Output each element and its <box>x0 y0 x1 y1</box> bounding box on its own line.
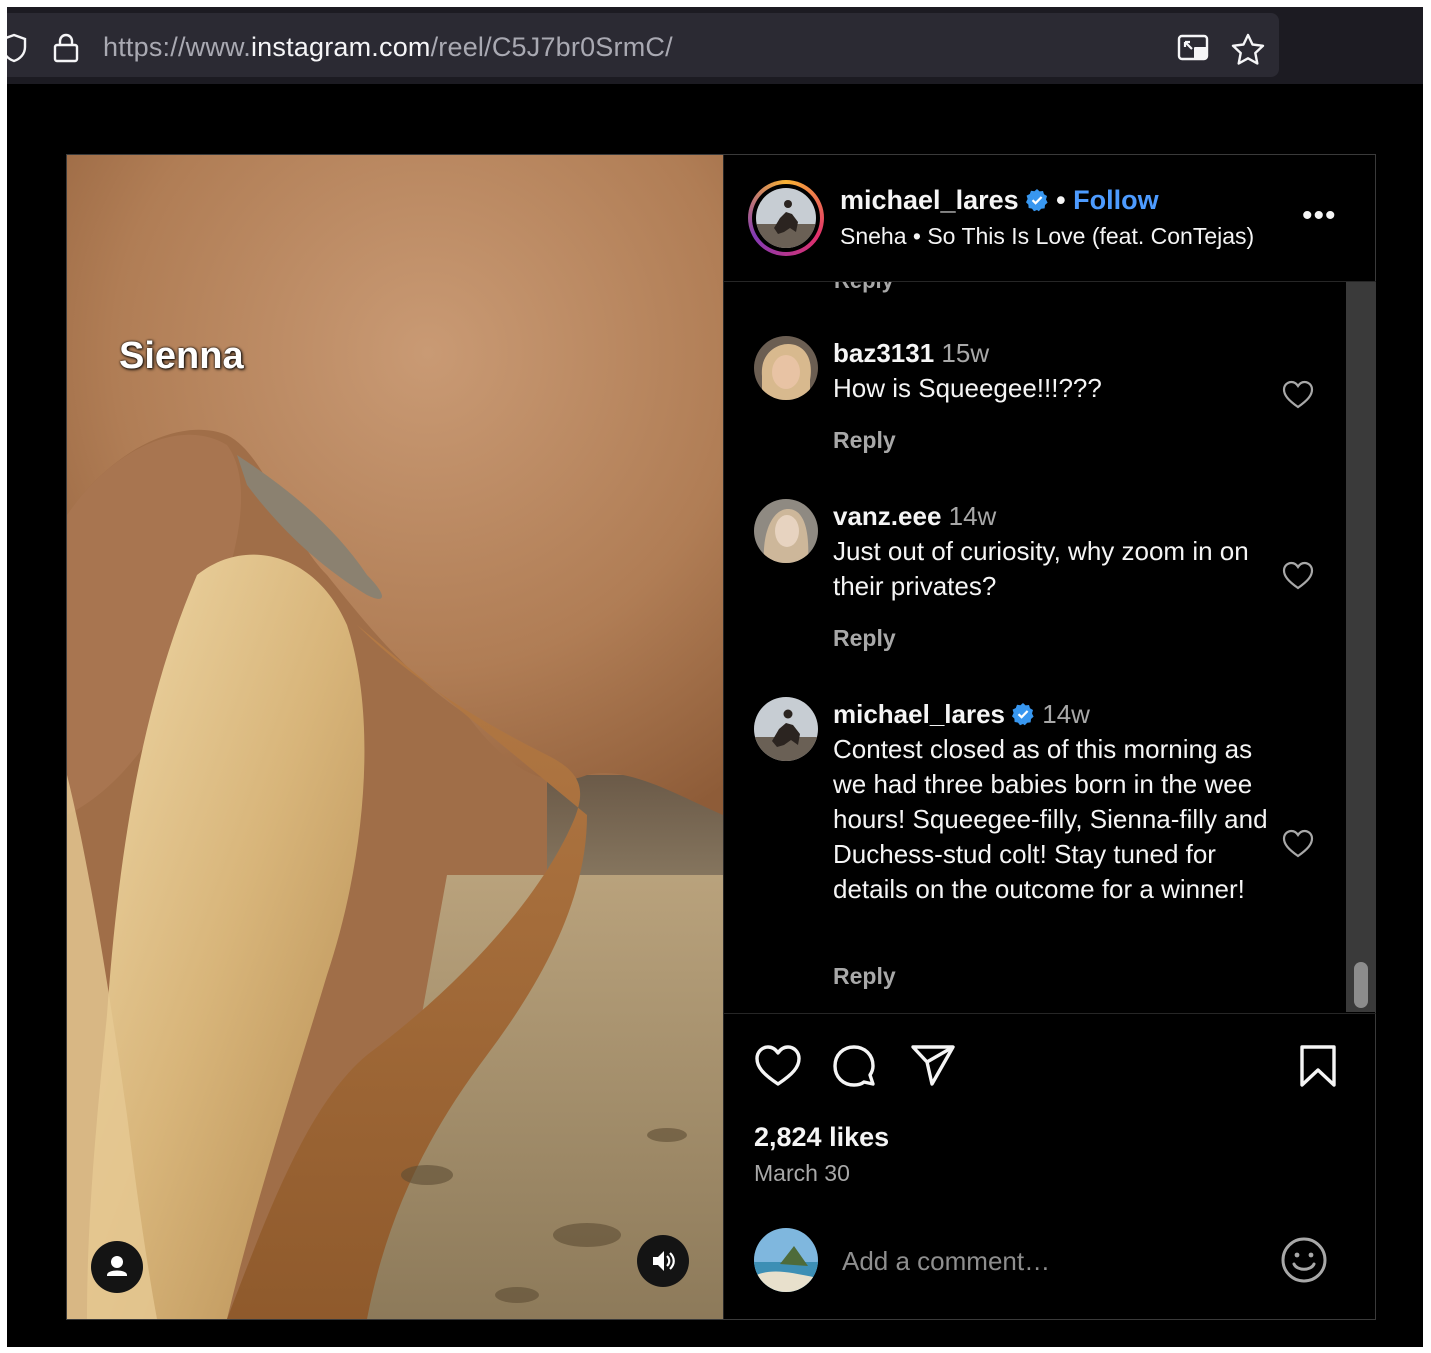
url-domain: instagram.com <box>250 32 431 62</box>
save-icon[interactable] <box>1298 1044 1338 1088</box>
url-prefix: https://www. <box>103 32 251 62</box>
details-panel: michael_lares • Follow Sneha • So This I… <box>723 155 1376 1319</box>
comment-username[interactable]: baz3131 <box>833 338 934 368</box>
video-frame <box>67 155 723 1319</box>
post-header: michael_lares • Follow Sneha • So This I… <box>724 155 1376 282</box>
shield-icon[interactable] <box>7 33 27 63</box>
heart-icon[interactable] <box>1282 380 1314 410</box>
avatar-image <box>754 1228 818 1292</box>
verified-badge-icon <box>1012 703 1034 726</box>
avatar <box>756 188 816 248</box>
comment-time[interactable]: 14w <box>1042 699 1090 729</box>
comment-author: baz3131 15w <box>833 338 989 369</box>
like-count[interactable]: 2,824 likes <box>754 1122 889 1153</box>
comment-username[interactable]: michael_lares <box>833 699 1005 729</box>
address-bar[interactable]: https://www.instagram.com/reel/C5J7br0Sr… <box>7 13 1279 77</box>
reply-button[interactable]: Reply <box>833 427 896 454</box>
author-username[interactable]: michael_lares <box>840 185 1019 215</box>
story-ring[interactable] <box>748 180 824 256</box>
comment-author: michael_lares 14w <box>833 699 1090 730</box>
scrollbar-thumb[interactable] <box>1354 962 1368 1008</box>
audio-track[interactable]: Sneha • So This Is Love (feat. ConTejas) <box>840 223 1254 250</box>
story-ring-inner <box>752 184 820 252</box>
comment-username[interactable]: vanz.eee <box>833 501 941 531</box>
url-text[interactable]: https://www.instagram.com/reel/C5J7br0Sr… <box>103 32 673 63</box>
current-user-avatar <box>754 1228 818 1292</box>
emoji-icon[interactable] <box>1280 1236 1328 1284</box>
comment-input[interactable] <box>840 1242 1264 1280</box>
header-separator: • <box>1048 185 1074 215</box>
comment-time[interactable]: 14w <box>949 501 997 531</box>
comment-text: Just out of curiosity, why zoom in on th… <box>833 536 1249 601</box>
reel-post: Sienna michael_lares • Follow Sneha • So… <box>66 154 1376 1320</box>
post-author: michael_lares • Follow <box>840 185 1159 216</box>
post-actions: 2,824 likes March 30 <box>724 1013 1376 1320</box>
commenter-avatar[interactable] <box>754 336 818 400</box>
reply-button[interactable]: Reply <box>833 963 896 990</box>
comment-icon[interactable] <box>832 1044 878 1090</box>
avatar-image <box>754 336 818 400</box>
follow-button[interactable]: Follow <box>1073 185 1158 215</box>
video-overlay-label: Sienna <box>119 335 244 377</box>
tagged-users-button[interactable] <box>91 1241 143 1293</box>
picture-in-picture-icon[interactable] <box>1177 33 1211 63</box>
browser-toolbar: https://www.instagram.com/reel/C5J7br0Sr… <box>7 7 1423 84</box>
comment-time[interactable]: 15w <box>941 338 989 368</box>
heart-icon[interactable] <box>1282 829 1314 859</box>
avatar-image <box>754 697 818 761</box>
comment-text: Contest closed as of this morning as we … <box>833 734 1268 904</box>
reply-button[interactable]: Reply <box>833 625 896 652</box>
volume-button[interactable] <box>637 1235 689 1287</box>
reel-video[interactable]: Sienna <box>67 155 723 1319</box>
commenter-avatar[interactable] <box>754 499 818 563</box>
browser-window: https://www.instagram.com/reel/C5J7br0Sr… <box>7 7 1423 1347</box>
heart-icon[interactable] <box>1282 561 1314 591</box>
verified-badge-icon <box>1025 189 1048 212</box>
user-icon <box>107 1256 127 1276</box>
commenter-avatar[interactable] <box>754 697 818 761</box>
avatar-image <box>756 188 816 248</box>
post-date[interactable]: March 30 <box>754 1160 850 1187</box>
heart-icon[interactable] <box>754 1044 802 1088</box>
avatar-image <box>754 499 818 563</box>
comment-text: How is Squeegee!!!??? <box>833 373 1102 403</box>
star-icon[interactable] <box>1231 33 1265 65</box>
comments-list[interactable]: Reply baz3131 15w How is Squeegee!!!??? … <box>724 282 1376 1012</box>
volume-icon <box>653 1251 675 1271</box>
share-icon[interactable] <box>910 1044 956 1088</box>
more-options-button[interactable]: ••• <box>1302 199 1337 233</box>
comments-scrollbar[interactable] <box>1346 282 1376 1012</box>
previous-reply-link[interactable]: Reply <box>834 282 894 294</box>
lock-icon[interactable] <box>53 33 79 63</box>
comment-author: vanz.eee 14w <box>833 501 996 532</box>
url-path: /reel/C5J7br0SrmC/ <box>430 32 673 62</box>
